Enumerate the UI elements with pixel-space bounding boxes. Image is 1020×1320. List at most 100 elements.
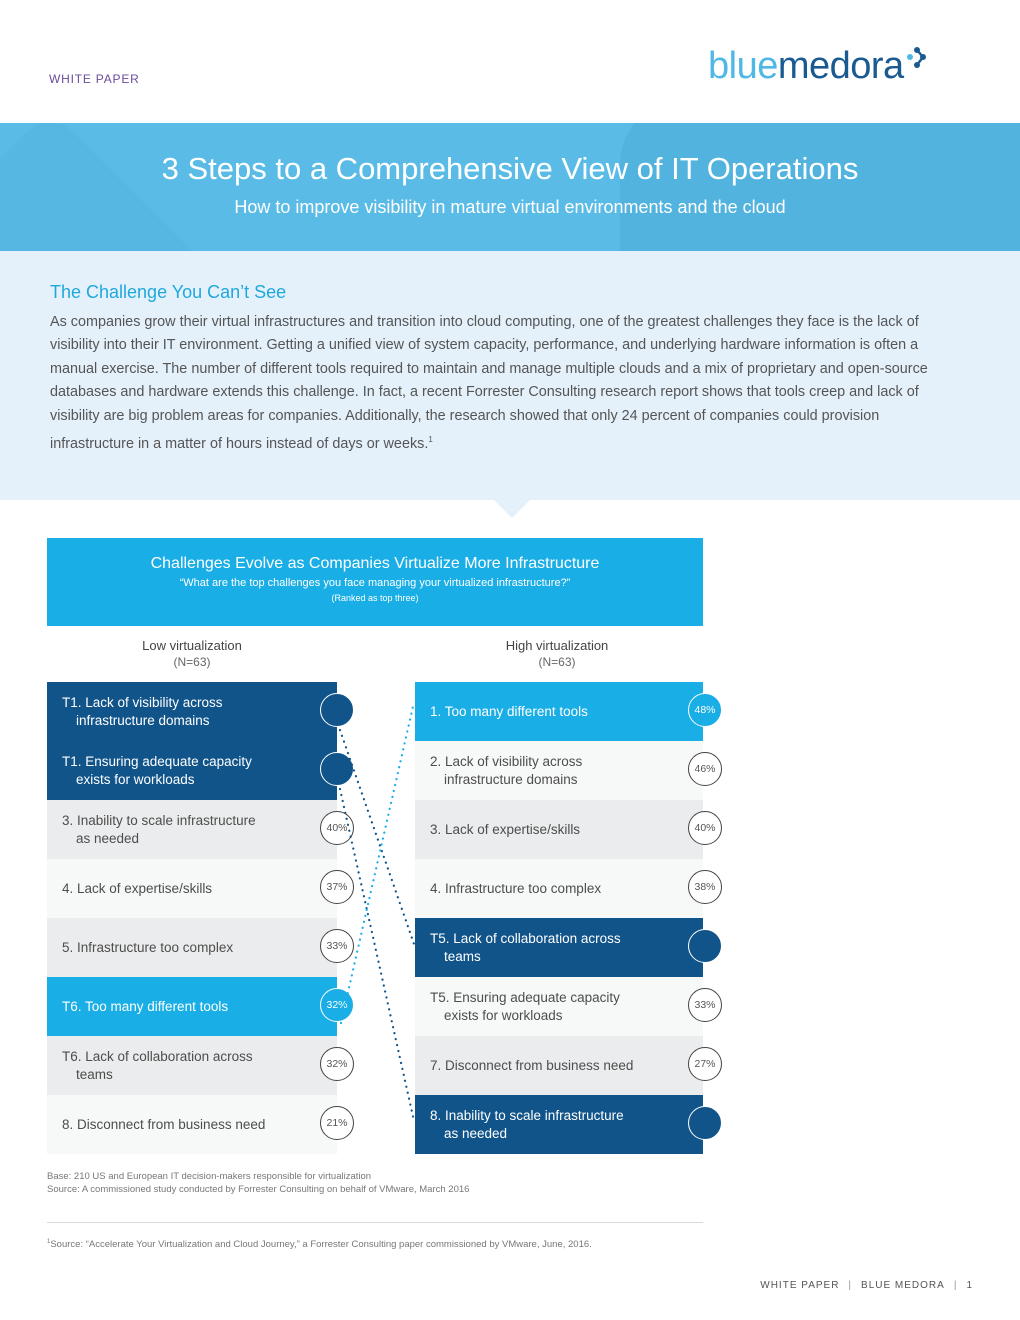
page-title: 3 Steps to a Comprehensive View of IT Op… [161,151,859,186]
challenge-label: 8. Inability to scale infrastructure as n… [415,1107,655,1143]
low-virtualization-row: T1. Ensuring adequate capacity exists for… [47,741,337,800]
footer-company: BLUE MEDORA [861,1280,945,1291]
column-title: Low virtualization [142,638,242,653]
challenge-label-line: T1. Lack of visibility across [62,694,223,710]
percent-badge [320,752,354,786]
high-virtualization-row: 4. Infrastructure too complex [415,859,703,918]
high-virtualization-row: T5. Ensuring adequate capacity exists for… [415,977,703,1036]
challenge-label-line: T1. Ensuring adequate capacity [62,753,252,769]
molecule-icon [906,47,926,68]
challenge-section: The Challenge You Can’t See As companies… [0,251,1020,500]
challenge-label: 4. Lack of expertise/skills [47,880,287,898]
footnote-ref: 1 [428,435,433,445]
challenge-heading: The Challenge You Can’t See [50,282,287,302]
challenge-label: 4. Infrastructure too complex [415,880,655,898]
hero-decor-shape [0,123,234,251]
low-virtualization-heading: Low virtualization (N=63) [82,638,302,670]
challenge-label-line: 2. Lack of visibility across [430,753,583,769]
footnote-text: Source: “Accelerate Your Virtualization … [50,1239,592,1251]
low-virtualization-row: T1. Lack of visibility across infrastruct… [47,682,337,741]
high-virtualization-row: 3. Lack of expertise/skills [415,800,703,859]
logo-text-blue: blue [708,44,778,87]
percent-badge: 46% [688,752,722,786]
challenge-label-line: T6. Too many different tools [62,998,229,1014]
source-note: Source: A commissioned study conducted b… [47,1184,470,1195]
sample-size: (N=63) [173,655,211,669]
challenge-label-line: as needed [444,1125,508,1141]
challenge-label-line: 3. Lack of expertise/skills [430,821,581,837]
percent-badge: 40% [688,811,722,845]
challenge-label-line: exists for workloads [444,1007,563,1023]
percent-badge: 32% [320,988,354,1022]
challenge-label: T5. Ensuring adequate capacity exists for… [415,989,655,1025]
challenge-label-line: 5. Infrastructure too complex [62,939,234,955]
challenge-label-line: exists for workloads [76,771,195,787]
percent-badge: 32% [320,1047,354,1081]
infographic-title: Challenges Evolve as Companies Virtualiz… [150,555,600,572]
section-pointer [494,500,530,518]
challenge-label-line: teams [76,1066,113,1082]
challenge-label: T6. Too many different tools [47,998,287,1016]
low-virtualization-row: T6. Too many different tools [47,977,337,1036]
page-subtitle: How to improve visibility in mature virt… [234,197,786,217]
challenge-label-line: 3. Inability to scale infrastructure [62,812,256,828]
challenge-label-line: infrastructure domains [76,712,210,728]
low-virtualization-row: T6. Lack of collaboration across teams [47,1036,337,1095]
low-virtualization-row: 8. Disconnect from business need [47,1095,337,1154]
low-virtualization-row: 3. Inability to scale infrastructure as n… [47,800,337,859]
infographic-note: (Ranked as top three) [331,593,419,603]
percent-badge: 27% [688,1047,722,1081]
challenge-body-text: As companies grow their virtual infrastr… [50,314,928,452]
infographic-question: “What are the top challenges you face ma… [179,577,571,589]
high-virtualization-row: 7. Disconnect from business need [415,1036,703,1095]
percent-badge: 40% [320,811,354,845]
low-virtualization-row: 5. Infrastructure too complex [47,918,337,977]
percent-badge: 33% [688,988,722,1022]
challenge-label-line: infrastructure domains [444,771,578,787]
challenge-label: 5. Infrastructure too complex [47,939,287,957]
challenge-body: As companies grow their virtual infrastr… [50,311,955,456]
challenge-label: 7. Disconnect from business need [415,1057,655,1075]
low-virtualization-row: 4. Lack of expertise/skills [47,859,337,918]
challenge-label-line: teams [444,948,481,964]
hero-decor-shape [620,123,1020,251]
challenge-label: 3. Inability to scale infrastructure as n… [47,812,287,848]
logo-text-medora: medora [777,44,904,87]
page-number: 1 [966,1280,973,1291]
challenge-label: T1. Lack of visibility across infrastruct… [47,694,287,730]
percent-badge [688,929,722,963]
footnote: 1Source: “Accelerate Your Virtualization… [47,1239,592,1250]
percent-badge [688,1106,722,1140]
challenge-label-line: T5. Ensuring adequate capacity [430,989,620,1005]
chart-notes: Base: 210 US and European IT decision-ma… [47,1170,469,1196]
footer-separator: | [953,1280,958,1291]
high-virtualization-row: 8. Inability to scale infrastructure as n… [415,1095,703,1154]
percent-badge: 21% [320,1106,354,1140]
challenge-label-line: 7. Disconnect from business need [430,1057,634,1073]
challenge-label: T6. Lack of collaboration across teams [47,1048,287,1084]
percent-badge: 33% [320,929,354,963]
high-virtualization-heading: High virtualization (N=63) [447,638,667,670]
percent-badge: 37% [320,870,354,904]
challenge-label: T5. Lack of collaboration across teams [415,930,655,966]
challenge-label-line: T5. Lack of collaboration across [430,930,621,946]
challenge-label-line: as needed [76,830,140,846]
challenge-label-line: 8. Inability to scale infrastructure [430,1107,624,1123]
percent-badge: 38% [688,870,722,904]
challenge-label-line: 4. Lack of expertise/skills [62,880,213,896]
divider [47,1222,703,1223]
hero-banner: 3 Steps to a Comprehensive View of IT Op… [0,123,1020,251]
document-type-label: WHITE PAPER [49,72,140,86]
challenge-label: 2. Lack of visibility across infrastructu… [415,753,655,789]
challenge-label: T1. Ensuring adequate capacity exists for… [47,753,287,789]
footer-separator: | [848,1280,853,1291]
percent-badge: 48% [688,693,722,727]
infographic-header: Challenges Evolve as Companies Virtualiz… [47,538,703,626]
blue-medora-logo: blue medora [708,44,926,88]
base-note: Base: 210 US and European IT decision-ma… [47,1171,372,1182]
challenge-label: 1. Too many different tools [415,703,655,721]
challenge-label-line: 1. Too many different tools [430,703,588,719]
high-virtualization-row: 1. Too many different tools [415,682,703,741]
page-footer: WHITE PAPER | BLUE MEDORA | 1 [760,1280,973,1291]
challenge-label-line: 4. Infrastructure too complex [430,880,602,896]
